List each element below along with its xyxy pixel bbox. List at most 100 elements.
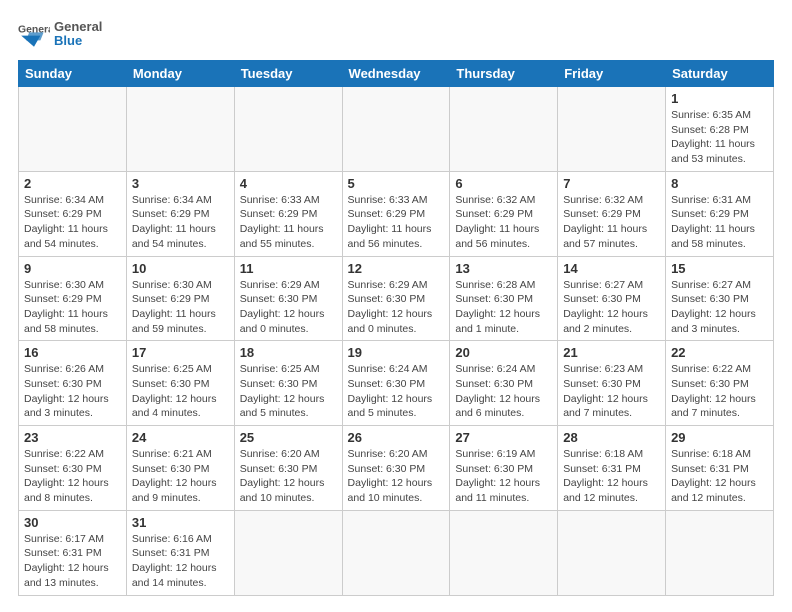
page: General General Blue SundayMondayTuesday… — [0, 0, 792, 612]
day-number: 6 — [455, 176, 552, 191]
day-number: 12 — [348, 261, 445, 276]
day-number: 23 — [24, 430, 121, 445]
calendar-cell: 14 Sunrise: 6:27 AMSunset: 6:30 PMDayligh… — [558, 256, 666, 341]
day-number: 30 — [24, 515, 121, 530]
day-number: 21 — [563, 345, 660, 360]
logo: General General Blue — [18, 18, 102, 50]
day-info: Sunrise: 6:25 AMSunset: 6:30 PMDaylight:… — [240, 362, 337, 421]
day-info: Sunrise: 6:23 AMSunset: 6:30 PMDaylight:… — [563, 362, 660, 421]
day-number: 14 — [563, 261, 660, 276]
calendar-cell: 18 Sunrise: 6:25 AMSunset: 6:30 PMDayligh… — [234, 341, 342, 426]
calendar-cell — [666, 510, 774, 595]
calendar-cell: 17 Sunrise: 6:25 AMSunset: 6:30 PMDayligh… — [126, 341, 234, 426]
calendar-cell: 26 Sunrise: 6:20 AMSunset: 6:30 PMDayligh… — [342, 426, 450, 511]
week-row-1: 2 Sunrise: 6:34 AMSunset: 6:29 PMDaylight… — [19, 171, 774, 256]
calendar-cell: 22 Sunrise: 6:22 AMSunset: 6:30 PMDayligh… — [666, 341, 774, 426]
day-number: 4 — [240, 176, 337, 191]
week-row-4: 23 Sunrise: 6:22 AMSunset: 6:30 PMDayligh… — [19, 426, 774, 511]
calendar-cell: 5 Sunrise: 6:33 AMSunset: 6:29 PMDaylight… — [342, 171, 450, 256]
day-number: 5 — [348, 176, 445, 191]
week-row-3: 16 Sunrise: 6:26 AMSunset: 6:30 PMDayligh… — [19, 341, 774, 426]
day-info: Sunrise: 6:19 AMSunset: 6:30 PMDaylight:… — [455, 447, 552, 506]
day-number: 27 — [455, 430, 552, 445]
day-info: Sunrise: 6:21 AMSunset: 6:30 PMDaylight:… — [132, 447, 229, 506]
calendar-cell: 27 Sunrise: 6:19 AMSunset: 6:30 PMDayligh… — [450, 426, 558, 511]
calendar-cell: 23 Sunrise: 6:22 AMSunset: 6:30 PMDayligh… — [19, 426, 127, 511]
day-info: Sunrise: 6:26 AMSunset: 6:30 PMDaylight:… — [24, 362, 121, 421]
calendar-cell: 24 Sunrise: 6:21 AMSunset: 6:30 PMDayligh… — [126, 426, 234, 511]
week-row-0: 1Sunrise: 6:35 AMSunset: 6:28 PMDaylight… — [19, 87, 774, 172]
calendar-cell: 20Sunrise: 6:24 AMSunset: 6:30 PMDayligh… — [450, 341, 558, 426]
calendar-cell: 12 Sunrise: 6:29 AMSunset: 6:30 PMDayligh… — [342, 256, 450, 341]
calendar-cell — [19, 87, 127, 172]
weekday-header-sunday: Sunday — [19, 61, 127, 87]
weekday-header-wednesday: Wednesday — [342, 61, 450, 87]
calendar-cell — [126, 87, 234, 172]
calendar-cell: 16 Sunrise: 6:26 AMSunset: 6:30 PMDayligh… — [19, 341, 127, 426]
calendar-cell — [234, 87, 342, 172]
day-number: 7 — [563, 176, 660, 191]
calendar-cell: 8Sunrise: 6:31 AMSunset: 6:29 PMDaylight… — [666, 171, 774, 256]
day-info: Sunrise: 6:16 AMSunset: 6:31 PMDaylight:… — [132, 532, 229, 591]
day-info: Sunrise: 6:18 AMSunset: 6:31 PMDaylight:… — [563, 447, 660, 506]
calendar-cell: 6 Sunrise: 6:32 AMSunset: 6:29 PMDaylight… — [450, 171, 558, 256]
day-info: Sunrise: 6:29 AMSunset: 6:30 PMDaylight:… — [240, 278, 337, 337]
day-info: Sunrise: 6:24 AMSunset: 6:30 PMDaylight:… — [348, 362, 445, 421]
header: General General Blue — [18, 18, 774, 50]
day-number: 16 — [24, 345, 121, 360]
calendar-cell: 10 Sunrise: 6:30 AMSunset: 6:29 PMDayligh… — [126, 256, 234, 341]
week-row-2: 9 Sunrise: 6:30 AMSunset: 6:29 PMDaylight… — [19, 256, 774, 341]
calendar-cell: 15Sunrise: 6:27 AMSunset: 6:30 PMDayligh… — [666, 256, 774, 341]
day-info: Sunrise: 6:20 AMSunset: 6:30 PMDaylight:… — [348, 447, 445, 506]
day-info: Sunrise: 6:27 AMSunset: 6:30 PMDaylight:… — [563, 278, 660, 337]
day-info: Sunrise: 6:34 AMSunset: 6:29 PMDaylight:… — [132, 193, 229, 252]
day-info: Sunrise: 6:30 AMSunset: 6:29 PMDaylight:… — [24, 278, 121, 337]
calendar-cell: 19Sunrise: 6:24 AMSunset: 6:30 PMDayligh… — [342, 341, 450, 426]
calendar-cell — [450, 87, 558, 172]
weekday-header-thursday: Thursday — [450, 61, 558, 87]
day-info: Sunrise: 6:27 AMSunset: 6:30 PMDaylight:… — [671, 278, 768, 337]
day-info: Sunrise: 6:32 AMSunset: 6:29 PMDaylight:… — [563, 193, 660, 252]
day-number: 9 — [24, 261, 121, 276]
day-info: Sunrise: 6:25 AMSunset: 6:30 PMDaylight:… — [132, 362, 229, 421]
calendar-cell — [342, 87, 450, 172]
day-info: Sunrise: 6:33 AMSunset: 6:29 PMDaylight:… — [348, 193, 445, 252]
day-info: Sunrise: 6:22 AMSunset: 6:30 PMDaylight:… — [24, 447, 121, 506]
weekday-header-row: SundayMondayTuesdayWednesdayThursdayFrid… — [19, 61, 774, 87]
calendar-cell: 30Sunrise: 6:17 AMSunset: 6:31 PMDayligh… — [19, 510, 127, 595]
calendar-cell: 3Sunrise: 6:34 AMSunset: 6:29 PMDaylight… — [126, 171, 234, 256]
calendar-cell: 29Sunrise: 6:18 AMSunset: 6:31 PMDayligh… — [666, 426, 774, 511]
calendar-cell: 21 Sunrise: 6:23 AMSunset: 6:30 PMDayligh… — [558, 341, 666, 426]
day-info: Sunrise: 6:31 AMSunset: 6:29 PMDaylight:… — [671, 193, 768, 252]
day-number: 25 — [240, 430, 337, 445]
day-info: Sunrise: 6:30 AMSunset: 6:29 PMDaylight:… — [132, 278, 229, 337]
calendar-cell: 4Sunrise: 6:33 AMSunset: 6:29 PMDaylight… — [234, 171, 342, 256]
calendar-cell — [342, 510, 450, 595]
calendar-cell: 25Sunrise: 6:20 AMSunset: 6:30 PMDayligh… — [234, 426, 342, 511]
day-info: Sunrise: 6:34 AMSunset: 6:29 PMDaylight:… — [24, 193, 121, 252]
day-info: Sunrise: 6:29 AMSunset: 6:30 PMDaylight:… — [348, 278, 445, 337]
calendar-cell — [558, 87, 666, 172]
calendar-table: SundayMondayTuesdayWednesdayThursdayFrid… — [18, 60, 774, 596]
day-number: 18 — [240, 345, 337, 360]
day-info: Sunrise: 6:18 AMSunset: 6:31 PMDaylight:… — [671, 447, 768, 506]
day-number: 31 — [132, 515, 229, 530]
weekday-header-tuesday: Tuesday — [234, 61, 342, 87]
calendar-cell: 28Sunrise: 6:18 AMSunset: 6:31 PMDayligh… — [558, 426, 666, 511]
day-number: 26 — [348, 430, 445, 445]
day-info: Sunrise: 6:32 AMSunset: 6:29 PMDaylight:… — [455, 193, 552, 252]
calendar-cell — [558, 510, 666, 595]
day-number: 17 — [132, 345, 229, 360]
generalblue-logo-icon: General — [18, 18, 50, 50]
weekday-header-monday: Monday — [126, 61, 234, 87]
day-info: Sunrise: 6:22 AMSunset: 6:30 PMDaylight:… — [671, 362, 768, 421]
day-number: 20 — [455, 345, 552, 360]
day-number: 22 — [671, 345, 768, 360]
day-number: 13 — [455, 261, 552, 276]
day-number: 2 — [24, 176, 121, 191]
calendar-cell: 9 Sunrise: 6:30 AMSunset: 6:29 PMDaylight… — [19, 256, 127, 341]
day-number: 24 — [132, 430, 229, 445]
day-number: 11 — [240, 261, 337, 276]
day-number: 10 — [132, 261, 229, 276]
calendar-cell: 13Sunrise: 6:28 AMSunset: 6:30 PMDayligh… — [450, 256, 558, 341]
